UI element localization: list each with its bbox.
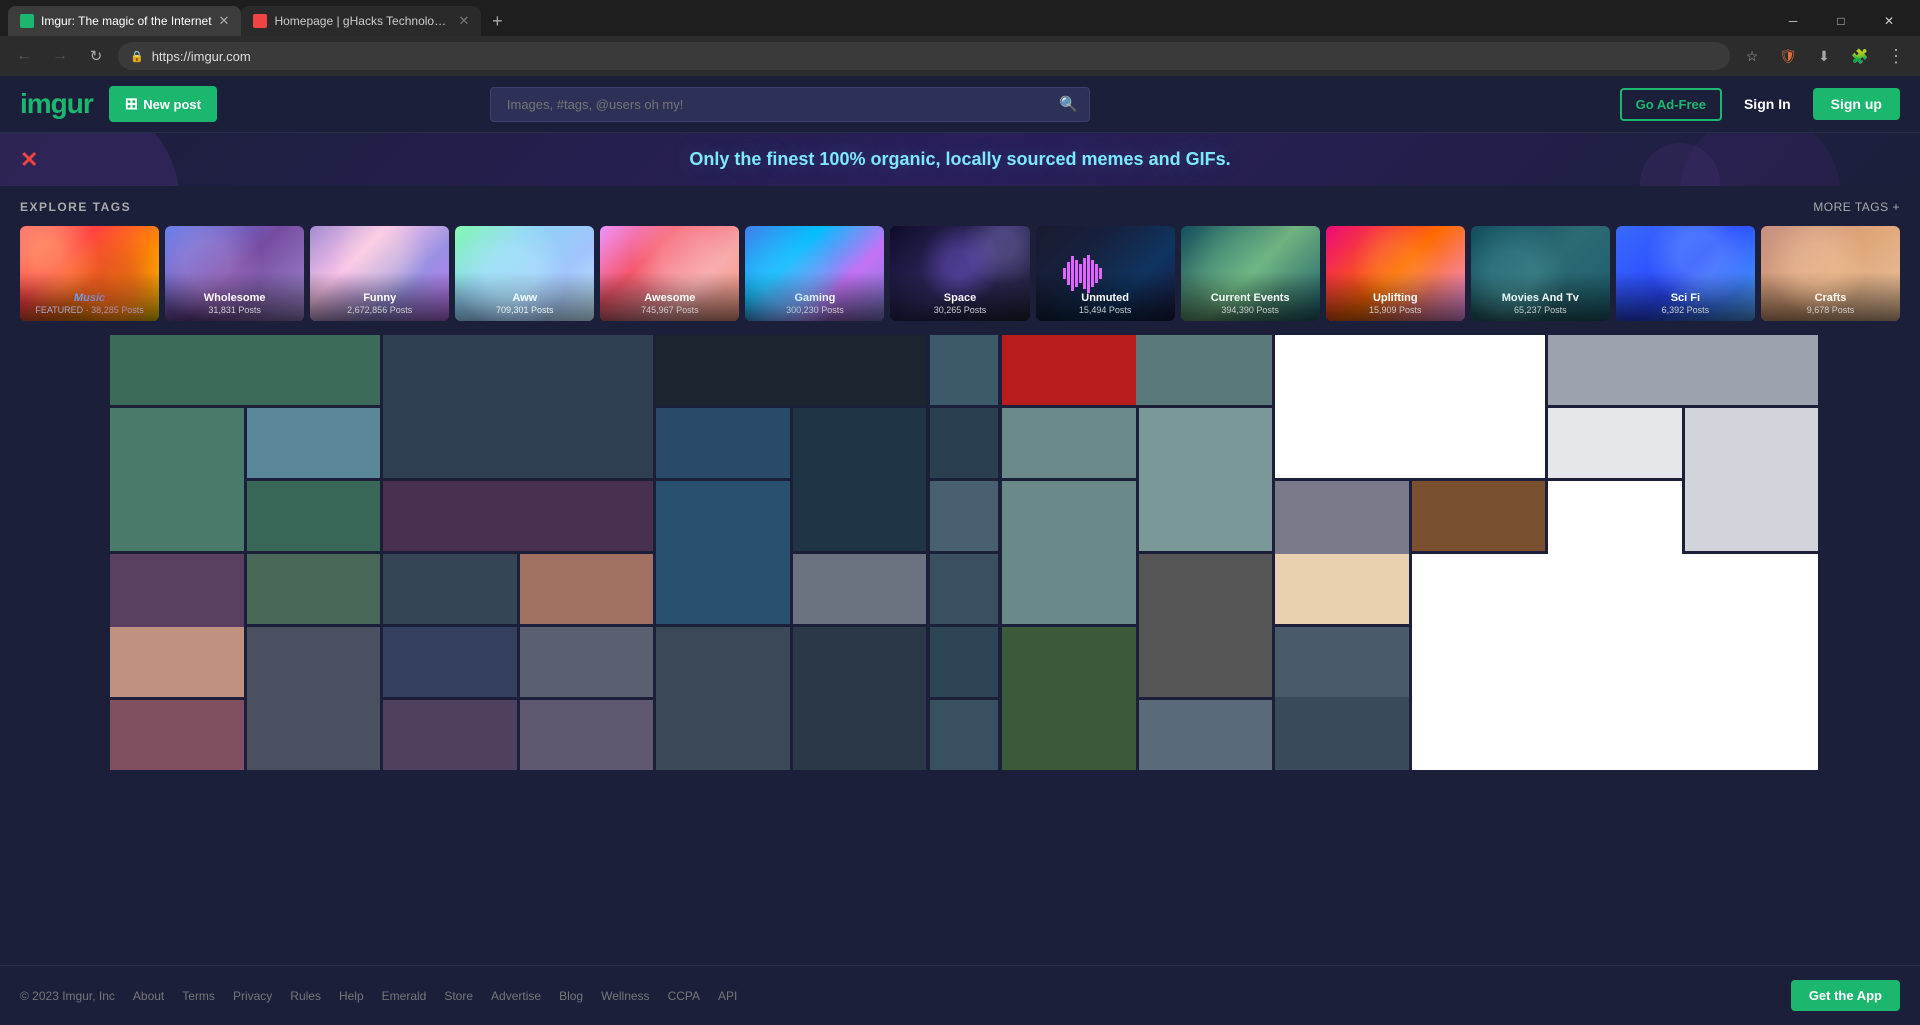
brave-shield-icon[interactable]: 🛡: [1774, 42, 1802, 70]
minimize-button[interactable]: ─: [1770, 6, 1816, 36]
footer-copyright: © 2023 Imgur, Inc: [20, 989, 115, 1003]
footer-left: © 2023 Imgur, Inc About Terms Privacy Ru…: [20, 989, 737, 1003]
footer-link-about[interactable]: About: [133, 989, 164, 1003]
tag-card-wholesome[interactable]: Wholesome 31,831 Posts: [165, 226, 304, 321]
tab-ghacks[interactable]: Homepage | gHacks Technology News ✕: [241, 6, 481, 36]
tags-grid: Music FEATURED · 38,285 Posts Wholesome …: [20, 226, 1900, 321]
extensions-button[interactable]: 🧩: [1846, 42, 1874, 70]
tab-imgur[interactable]: Imgur: The magic of the Internet ✕: [8, 6, 241, 36]
footer-link-blog[interactable]: Blog: [559, 989, 583, 1003]
reload-button[interactable]: ↻: [82, 42, 110, 70]
explore-tags-header: EXPLORE TAGS MORE TAGS +: [20, 200, 1900, 214]
browser-menu-button[interactable]: ⋮: [1882, 42, 1910, 70]
tab-close-ghacks[interactable]: ✕: [459, 13, 470, 29]
get-app-button[interactable]: Get the App: [1791, 980, 1900, 1011]
address-input-container[interactable]: 🔒 https://imgur.com: [118, 42, 1730, 70]
tag-card-unmuted[interactable]: Unmuted 15,494 Posts: [1036, 226, 1175, 321]
lock-icon: 🔒: [130, 50, 144, 63]
maximize-button[interactable]: □: [1818, 6, 1864, 36]
tag-card-funny[interactable]: Funny 2,672,856 Posts: [310, 226, 449, 321]
new-post-button[interactable]: ⊞ New post: [109, 86, 217, 122]
tag-card-movies-tv[interactable]: Movies And Tv 65,237 Posts: [1471, 226, 1610, 321]
footer-link-help[interactable]: Help: [339, 989, 364, 1003]
search-container: 🔍: [490, 87, 1090, 122]
tag-card-gaming[interactable]: Gaming 300,230 Posts: [745, 226, 884, 321]
explore-tags-title: EXPLORE TAGS: [20, 200, 131, 214]
imgur-logo[interactable]: imgur: [20, 88, 93, 120]
main-content: [0, 331, 1920, 774]
left-mosaic: [110, 335, 926, 770]
footer-link-emerald[interactable]: Emerald: [382, 989, 427, 1003]
tag-card-space[interactable]: Space 30,265 Posts: [890, 226, 1029, 321]
content-grid: [110, 335, 1810, 770]
footer-link-ccpa[interactable]: CCPA: [668, 989, 700, 1003]
tag-card-awesome[interactable]: Awesome 745,967 Posts: [600, 226, 739, 321]
footer-link-privacy[interactable]: Privacy: [233, 989, 272, 1003]
tab-title-imgur: Imgur: The magic of the Internet: [41, 14, 212, 28]
address-bar-row: ← → ↻ 🔒 https://imgur.com ☆ 🛡 ⬇ 🧩 ⋮: [0, 36, 1920, 76]
tab-bar: Imgur: The magic of the Internet ✕ Homep…: [0, 0, 1920, 36]
imgur-header: imgur ⊞ New post 🔍 Go Ad-Free Sign In Si…: [0, 76, 1920, 133]
bookmark-button[interactable]: ☆: [1738, 42, 1766, 70]
close-window-button[interactable]: ✕: [1866, 6, 1912, 36]
footer-link-advertise[interactable]: Advertise: [491, 989, 541, 1003]
footer-link-rules[interactable]: Rules: [290, 989, 321, 1003]
go-adfree-button[interactable]: Go Ad-Free: [1620, 88, 1722, 121]
new-tab-button[interactable]: +: [481, 6, 513, 36]
header-right: Go Ad-Free Sign In Sign up: [1620, 88, 1900, 121]
imgur-page: imgur ⊞ New post 🔍 Go Ad-Free Sign In Si…: [0, 76, 1920, 1025]
new-post-plus-icon: ⊞: [125, 94, 138, 114]
tab-favicon-imgur: [20, 14, 34, 28]
tag-card-crafts[interactable]: Crafts 9,678 Posts: [1761, 226, 1900, 321]
back-button[interactable]: ←: [10, 42, 38, 70]
download-button[interactable]: ⬇: [1810, 42, 1838, 70]
search-icon[interactable]: 🔍: [1059, 95, 1078, 113]
hero-banner: ✕ Only the finest 100% organic, locally …: [0, 133, 1920, 186]
tag-card-uplifting[interactable]: Uplifting 15,909 Posts: [1326, 226, 1465, 321]
tab-title-ghacks: Homepage | gHacks Technology News: [274, 14, 451, 28]
close-banner-icon[interactable]: ✕: [20, 147, 38, 173]
more-tags-link[interactable]: MORE TAGS +: [1813, 200, 1900, 214]
tag-card-scifi[interactable]: Sci Fi 6,392 Posts: [1616, 226, 1755, 321]
tab-favicon-ghacks: [253, 14, 267, 28]
center-gap: [930, 335, 998, 770]
tag-card-music[interactable]: Music FEATURED · 38,285 Posts: [20, 226, 159, 321]
new-post-label: New post: [143, 97, 201, 112]
hero-tagline: Only the finest 100% organic, locally so…: [20, 149, 1900, 170]
sign-up-button[interactable]: Sign up: [1813, 88, 1900, 120]
footer-link-api[interactable]: API: [718, 989, 737, 1003]
right-mosaic: [1002, 335, 1818, 770]
sign-in-button[interactable]: Sign In: [1734, 88, 1801, 120]
tag-card-aww[interactable]: Aww 709,301 Posts: [455, 226, 594, 321]
address-url: https://imgur.com: [152, 49, 1718, 64]
browser-chrome: Imgur: The magic of the Internet ✕ Homep…: [0, 0, 1920, 76]
explore-tags-section: EXPLORE TAGS MORE TAGS + Music FEATURED …: [0, 186, 1920, 331]
tag-card-current-events[interactable]: Current Events 394,390 Posts: [1181, 226, 1320, 321]
window-controls: ─ □ ✕: [1770, 6, 1920, 36]
footer-link-store[interactable]: Store: [444, 989, 473, 1003]
search-input[interactable]: [490, 87, 1090, 122]
tab-close-imgur[interactable]: ✕: [219, 13, 230, 29]
footer-link-terms[interactable]: Terms: [182, 989, 215, 1003]
footer-link-wellness[interactable]: Wellness: [601, 989, 649, 1003]
forward-button[interactable]: →: [46, 42, 74, 70]
imgur-footer: © 2023 Imgur, Inc About Terms Privacy Ru…: [0, 965, 1920, 1025]
